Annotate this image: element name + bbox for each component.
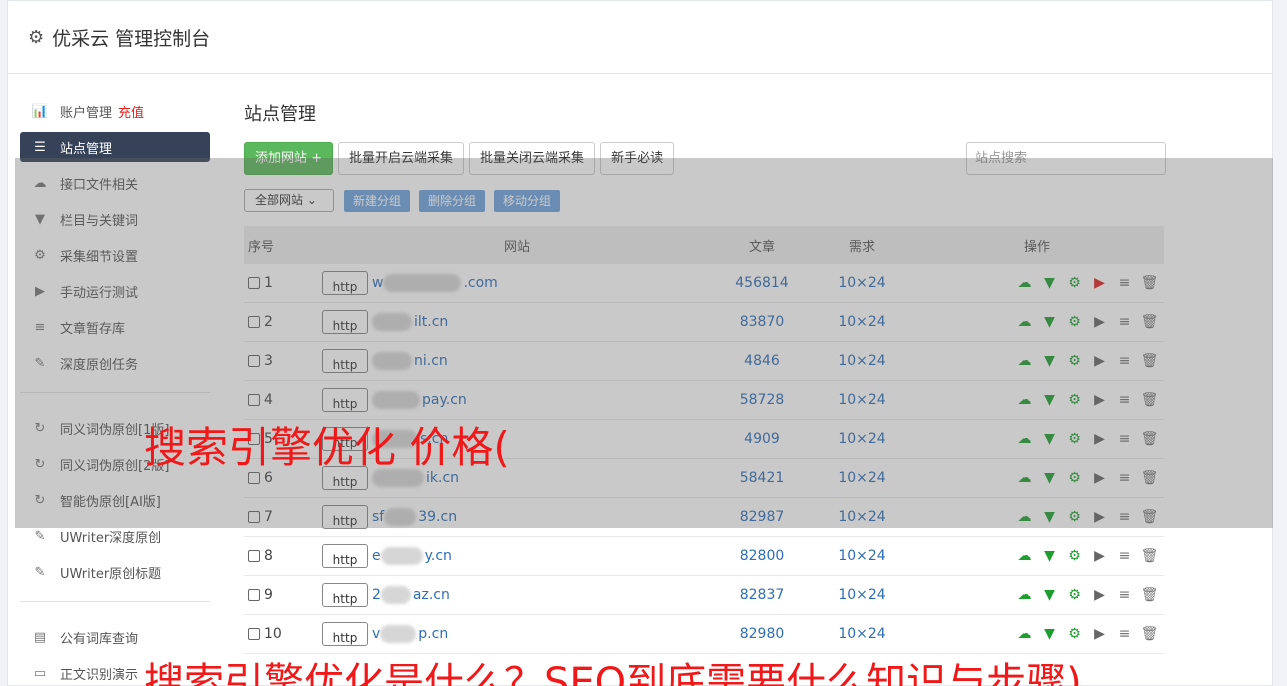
book-icon: ▤ xyxy=(33,629,47,645)
table-row: 10 http v p.cn 82980 10×24 ☁ ▼ ⚙ ▶ ≡ 🗑 xyxy=(244,615,1164,654)
domain-suffix: az.cn xyxy=(412,587,450,603)
database-icon[interactable]: ≡ xyxy=(1112,587,1137,603)
article-count[interactable]: 82800 xyxy=(712,548,812,564)
site-domain-link[interactable]: e y.cn xyxy=(372,547,452,565)
bar-chart-icon: 📊 xyxy=(31,103,49,119)
filter-icon[interactable]: ▼ xyxy=(1037,548,1062,564)
sidebar-item[interactable]: ▤ 公有词库查询 xyxy=(20,622,210,652)
ops-cell: ☁ ▼ ⚙ ▶ ≡ 🗑 xyxy=(912,587,1162,603)
edit-icon: ✎ xyxy=(34,564,46,580)
demand-value[interactable]: 10×24 xyxy=(812,548,912,564)
domain-prefix: v xyxy=(372,626,381,642)
ops-cell: ☁ ▼ ⚙ ▶ ≡ 🗑 xyxy=(912,626,1162,642)
sidebar-item[interactable]: ✎ UWriter原创标题 xyxy=(20,557,210,587)
server-icon: ☰ xyxy=(34,139,46,155)
gears-icon[interactable]: ⚙ xyxy=(1062,587,1087,603)
row-number: 9 xyxy=(264,587,273,603)
table-row: 9 http 2 az.cn 82837 10×24 ☁ ▼ ⚙ ▶ ≡ 🗑 xyxy=(244,576,1164,615)
sidebar-item[interactable]: 📊 账户管理 充值 xyxy=(20,96,210,126)
sidebar-item-label: 公有词库查询 xyxy=(60,631,139,647)
redaction-blur xyxy=(380,547,423,565)
site-cell: http e y.cn xyxy=(322,544,712,568)
table-row: 8 http e y.cn 82800 10×24 ☁ ▼ ⚙ ▶ ≡ 🗑 xyxy=(244,537,1164,576)
row-number: 10 xyxy=(264,626,282,642)
filter-icon[interactable]: ▼ xyxy=(1037,587,1062,603)
ops-cell: ☁ ▼ ⚙ ▶ ≡ 🗑 xyxy=(912,548,1162,564)
site-cell: http 2 az.cn xyxy=(322,583,712,607)
row-checkbox[interactable] xyxy=(248,628,260,640)
http-badge[interactable]: http xyxy=(322,544,368,568)
overlay-caption-bottom: 搜索引擎优化是什么？SEO到底需要什么知识与步骤) xyxy=(144,660,1082,686)
trash-icon[interactable]: 🗑 xyxy=(1137,626,1162,642)
cloud-upload-icon[interactable]: ☁ xyxy=(1012,626,1037,642)
sidebar-divider xyxy=(20,601,210,602)
demand-value[interactable]: 10×24 xyxy=(812,626,912,642)
overlay-caption-top: 搜索引擎优化 价格( xyxy=(144,423,510,472)
article-count[interactable]: 82980 xyxy=(712,626,812,642)
http-badge[interactable]: http xyxy=(322,583,368,607)
top-bar: ⚙ 优采云 管理控制台 xyxy=(8,1,1272,74)
gear-icon: ⚙ xyxy=(28,26,45,48)
play-circle-icon[interactable]: ▶ xyxy=(1087,587,1112,603)
trash-icon[interactable]: 🗑 xyxy=(1137,587,1162,603)
page-title: 站点管理 xyxy=(244,104,316,125)
play-circle-icon[interactable]: ▶ xyxy=(1087,548,1112,564)
edit-icon: ✎ xyxy=(34,528,46,544)
gears-icon[interactable]: ⚙ xyxy=(1062,626,1087,642)
article-count[interactable]: 82837 xyxy=(712,587,812,603)
recharge-link[interactable]: 充值 xyxy=(118,102,144,121)
domain-suffix: y.cn xyxy=(424,548,452,564)
row-no-cell: 9 xyxy=(244,587,322,603)
sidebar-item-label: 账户管理 xyxy=(60,105,113,121)
app-title: 优采云 管理控制台 xyxy=(52,27,211,50)
domain-prefix: e xyxy=(372,548,381,564)
sidebar-item-label: 正文识别演示 xyxy=(60,667,139,683)
filter-icon[interactable]: ▼ xyxy=(1037,626,1062,642)
sidebar-item-label: UWriter原创标题 xyxy=(60,566,162,582)
gears-icon[interactable]: ⚙ xyxy=(1062,548,1087,564)
cloud-upload-icon[interactable]: ☁ xyxy=(1012,548,1037,564)
domain-suffix: p.cn xyxy=(418,626,449,642)
row-no-cell: 8 xyxy=(244,548,322,564)
database-icon[interactable]: ≡ xyxy=(1112,548,1137,564)
domain-prefix: 2 xyxy=(372,587,381,603)
redaction-blur xyxy=(380,625,417,643)
site-domain-link[interactable]: 2 az.cn xyxy=(372,586,450,604)
row-checkbox[interactable] xyxy=(248,589,260,601)
trash-icon[interactable]: 🗑 xyxy=(1137,548,1162,564)
http-badge[interactable]: http xyxy=(322,622,368,646)
database-icon[interactable]: ≡ xyxy=(1112,626,1137,642)
site-domain-link[interactable]: v p.cn xyxy=(372,625,448,643)
row-number: 8 xyxy=(264,548,273,564)
monitor-icon: ▭ xyxy=(33,665,47,681)
sidebar-item-label: UWriter深度原创 xyxy=(60,530,162,546)
sidebar-item-label: 站点管理 xyxy=(60,141,113,157)
demand-value[interactable]: 10×24 xyxy=(812,587,912,603)
row-no-cell: 10 xyxy=(244,626,322,642)
row-checkbox[interactable] xyxy=(248,550,260,562)
site-cell: http v p.cn xyxy=(322,622,712,646)
cloud-upload-icon[interactable]: ☁ xyxy=(1012,587,1037,603)
redaction-blur xyxy=(380,586,411,604)
play-circle-icon[interactable]: ▶ xyxy=(1087,626,1112,642)
